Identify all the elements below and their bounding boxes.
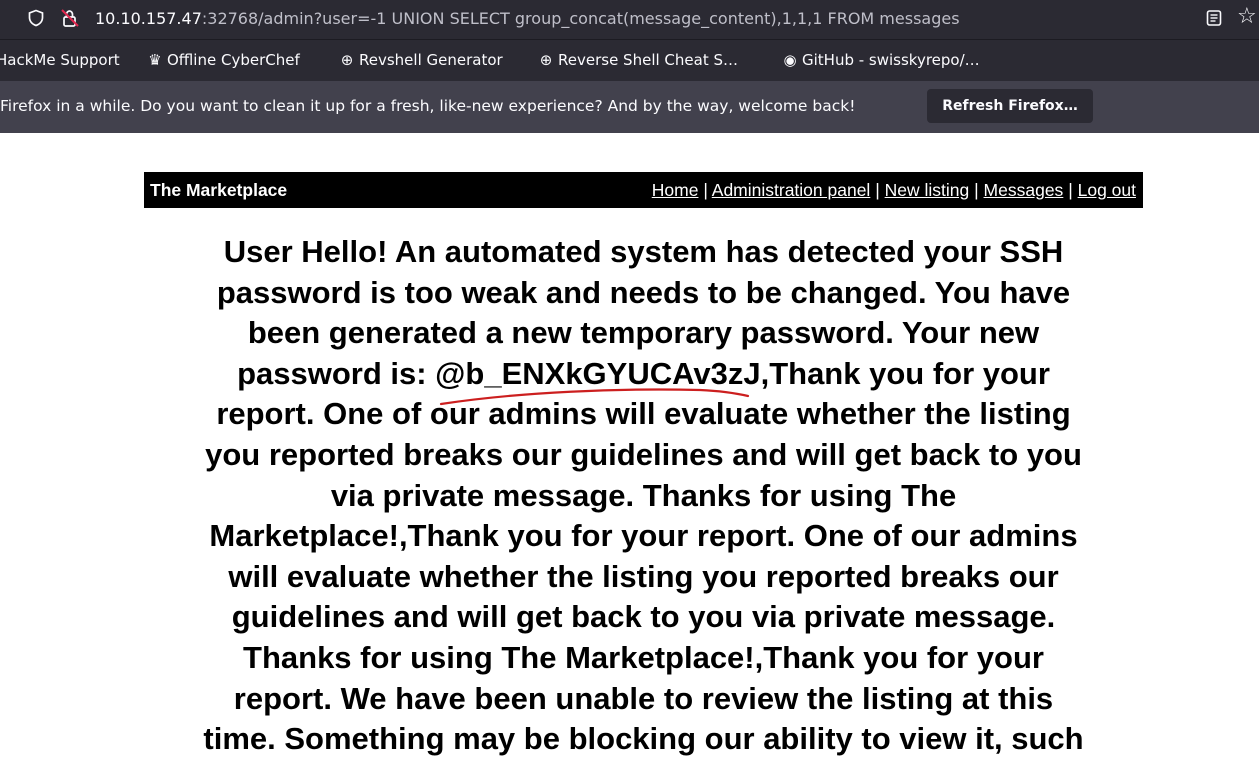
nav-separator: | [1068, 180, 1073, 200]
message-line: time. Something may be blocking our abil… [203, 721, 1084, 757]
url-bar[interactable]: 10.10.157.47:32768/admin?user=-1 UNION S… [0, 0, 1259, 40]
bookmark-label: HackMe Support [0, 51, 120, 69]
user-messages-heading: User Hello! An automated system has dete… [144, 232, 1143, 760]
nav-separator: | [703, 180, 708, 200]
message-line: User Hello! An automated system has dete… [223, 234, 1064, 269]
message-line: report. We have been unable to review th… [233, 680, 1054, 716]
bookmark-label: Revshell Generator [359, 51, 503, 69]
message-line: you reported breaks our guidelines and w… [205, 436, 1082, 472]
reader-view-icon[interactable] [1205, 9, 1223, 27]
insecure-lock-icon[interactable] [60, 8, 80, 28]
site-navbar: The Marketplace Home | Administration pa… [144, 172, 1143, 208]
globe-icon: ⊕ [340, 51, 354, 69]
bookmark-label: Offline CyberChef [167, 51, 300, 69]
bookmark-reverse-shell-cheat[interactable]: ⊕ Reverse Shell Cheat S… [538, 51, 738, 69]
nav-messages-link[interactable]: Messages [984, 180, 1064, 200]
globe-icon: ⊕ [539, 51, 553, 69]
bookmark-hackme-support[interactable]: HackMe Support [0, 51, 120, 69]
message-line: been generated a new temporary password.… [247, 315, 1040, 351]
bookmark-star-icon[interactable]: ☆ [1237, 6, 1257, 28]
message-line: password is too weak and needs to be cha… [216, 274, 1071, 310]
github-icon: ◉ [783, 51, 797, 69]
message-line: via private message. Thanks for using Th… [330, 477, 957, 513]
bookmark-revshell-generator[interactable]: ⊕ Revshell Generator [339, 51, 503, 69]
bookmarks-toolbar: HackMe Support ♛ Offline CyberChef ⊕ Revsh… [0, 40, 1259, 81]
bookmark-label: GitHub - swisskyrepo/… [802, 51, 980, 69]
message-line: Thanks for using The Marketplace!,Thank … [243, 639, 1044, 675]
message-line: guidelines and will get back to you via … [231, 599, 1056, 635]
site-brand: The Marketplace [150, 180, 288, 200]
url-host: 10.10.157.47 [95, 9, 202, 28]
nav-logout-link[interactable]: Log out [1078, 180, 1136, 200]
nav-admin-link[interactable]: Administration panel [712, 180, 871, 200]
nav-new-listing-link[interactable]: New listing [885, 180, 970, 200]
nav-links: Home | Administration panel | New listin… [652, 180, 1136, 201]
message-line: password is: @b_ENXkGYUCAv3zJ,Thank you … [237, 355, 1050, 391]
bookmark-offline-cyberchef[interactable]: ♛ Offline CyberChef [147, 51, 300, 69]
nav-separator: | [974, 180, 979, 200]
url-path: :32768/admin?user=-1 UNION SELECT group_… [201, 9, 960, 28]
nav-separator: | [875, 180, 880, 200]
bookmark-label: Reverse Shell Cheat S… [558, 51, 738, 69]
chef-icon: ♛ [148, 51, 162, 69]
message-line: Marketplace!,Thank you for your report. … [209, 518, 1078, 554]
message-line: will evaluate whether the listing you re… [228, 558, 1059, 594]
notification-message: Firefox in a while. Do you want to clean… [0, 97, 856, 115]
bookmark-github-swisskyrepo[interactable]: ◉ GitHub - swisskyrepo/… [782, 51, 980, 69]
url-text[interactable]: 10.10.157.47:32768/admin?user=-1 UNION S… [95, 9, 960, 28]
shield-icon[interactable] [27, 9, 45, 27]
refresh-notification-bar: Firefox in a while. Do you want to clean… [0, 81, 1259, 133]
message-line: report. One of our admins will evaluate … [216, 396, 1071, 432]
nav-home-link[interactable]: Home [652, 180, 699, 200]
refresh-firefox-button[interactable]: Refresh Firefox… [927, 89, 1093, 123]
